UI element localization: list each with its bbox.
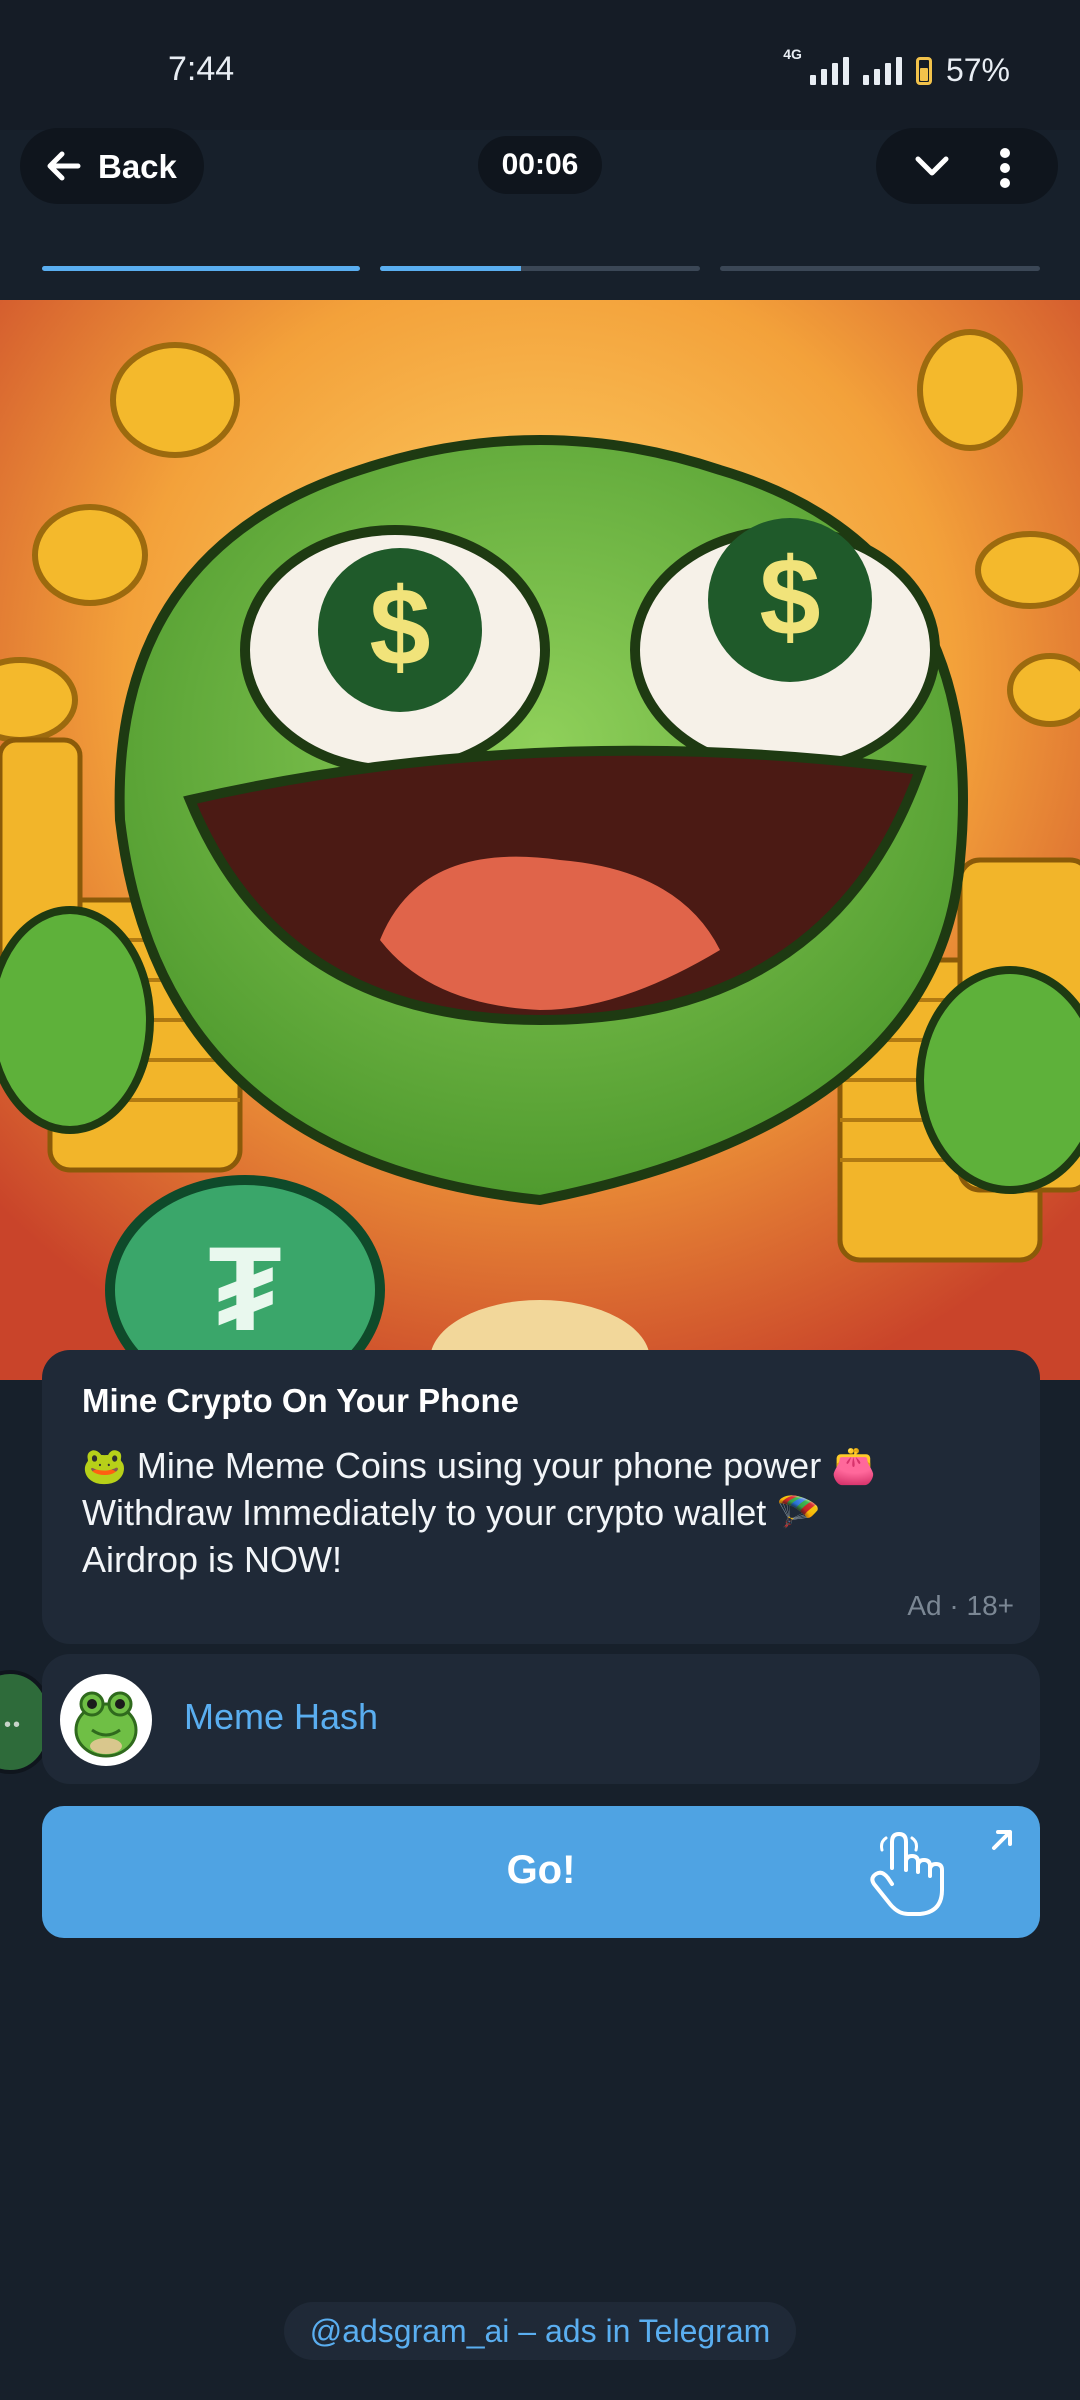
battery-icon — [915, 56, 932, 85]
story-progress-3 — [720, 266, 1040, 271]
status-time: 7:44 — [168, 50, 235, 88]
progress-fill — [380, 266, 521, 271]
footer-label[interactable]: @adsgram_ai – ads in Telegram — [284, 2302, 796, 2360]
ad-line-1: 🐸 Mine Meme Coins using your phone power… — [82, 1445, 877, 1486]
chevron-down-icon[interactable] — [906, 140, 958, 192]
signal-icon — [809, 56, 849, 85]
ad-title: Mine Crypto On Your Phone — [82, 1382, 519, 1419]
svg-text:₮: ₮ — [208, 1222, 281, 1356]
avatar — [60, 1674, 152, 1766]
network-type: 4G — [783, 46, 802, 62]
ad-description: 🐸 Mine Meme Coins using your phone power… — [82, 1442, 982, 1583]
timer: 00:06 — [478, 136, 602, 194]
channel-row[interactable]: Meme Hash — [42, 1654, 1040, 1784]
channel-name: Meme Hash — [184, 1696, 379, 1737]
svg-text:$: $ — [759, 536, 820, 659]
tap-hand-icon — [870, 1832, 944, 1916]
frog-avatar-icon — [74, 1691, 138, 1758]
frog-illustration: $ $ ₮ — [0, 300, 1080, 1380]
status-icons: 4G 57% — [783, 46, 1010, 89]
progress-fill — [42, 266, 360, 271]
svg-text:$: $ — [369, 566, 430, 689]
ad-meta-label: Ad · 18+ — [907, 1590, 1014, 1621]
more-vert-icon[interactable] — [998, 148, 1012, 188]
go-button[interactable]: Go! — [42, 1806, 1040, 1938]
external-link-icon — [992, 1830, 1012, 1850]
signal-icon-2 — [862, 56, 902, 85]
back-arrow-icon — [47, 151, 81, 181]
status-bar: 7:44 4G 57% — [0, 0, 1080, 130]
story-progress-2 — [380, 266, 700, 271]
back-label: Back — [98, 148, 177, 185]
ad-line-3: Airdrop is NOW! — [82, 1539, 343, 1580]
back-button[interactable]: Back — [20, 128, 204, 204]
ad-card: Mine Crypto On Your Phone 🐸 Mine Meme Co… — [42, 1350, 1040, 1644]
story-progress-1 — [42, 266, 360, 271]
ad-line-2: Withdraw Immediately to your crypto wall… — [82, 1492, 822, 1533]
battery-percent: 57% — [945, 52, 1010, 88]
menu-pill — [876, 128, 1058, 204]
ad-image[interactable]: $ $ ₮ — [0, 300, 1080, 1380]
